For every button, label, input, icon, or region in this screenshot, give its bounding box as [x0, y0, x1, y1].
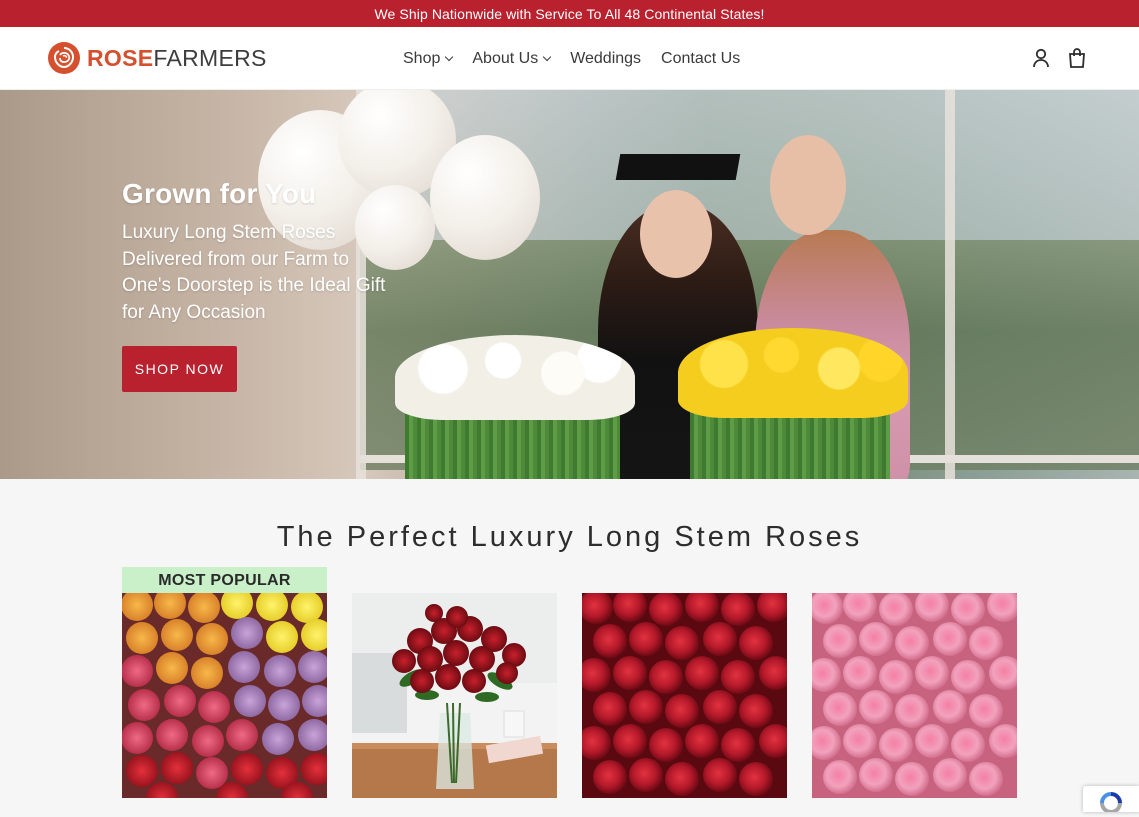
nav-about-us[interactable]: About Us [472, 49, 552, 68]
nav-shop[interactable]: Shop [403, 49, 454, 68]
recaptcha-icon [1100, 792, 1122, 814]
logo-text: ROSEFARMERS [87, 45, 267, 72]
mixed-roses-image [122, 593, 327, 798]
product-card-red-roses-vase[interactable] [352, 593, 557, 798]
nav-contact-us[interactable]: Contact Us [661, 50, 740, 68]
user-icon[interactable] [1031, 47, 1051, 69]
chevron-down-icon [542, 52, 552, 62]
rose-logo-icon [48, 42, 80, 74]
nav-about-label: About Us [472, 49, 539, 67]
white-roses-bouquet [395, 335, 635, 420]
window-frame [945, 90, 955, 479]
cart-icon[interactable] [1067, 47, 1087, 69]
hero-text: Grown for You Luxury Long Stem Roses Del… [122, 178, 392, 326]
yellow-roses-bouquet [678, 328, 908, 418]
logo-farmers: FARMERS [153, 44, 267, 71]
nav-weddings[interactable]: Weddings [570, 50, 641, 68]
most-popular-badge: MOST POPULAR [122, 567, 327, 594]
graduate-face [640, 190, 712, 278]
logo-rose: ROSE [87, 44, 154, 71]
product-card-pink-roses[interactable] [812, 593, 1017, 798]
hero-title: Grown for You [122, 178, 317, 209]
red-roses-vase-image [352, 593, 557, 798]
logo[interactable]: ROSEFARMERS [47, 41, 267, 75]
main-nav: Shop About Us Weddings Contact Us [403, 27, 740, 90]
graduation-cap [615, 154, 741, 180]
balloon [430, 135, 540, 260]
section-title: The Perfect Luxury Long Stem Roses [276, 521, 863, 553]
announcement-text: We Ship Nationwide with Service To All 4… [374, 5, 765, 22]
shop-now-button[interactable]: SHOP NOW [122, 346, 237, 392]
announcement-bar: We Ship Nationwide with Service To All 4… [0, 0, 1139, 27]
chevron-down-icon [445, 52, 454, 62]
product-card-red-roses[interactable] [582, 593, 787, 798]
hero-subtitle: Luxury Long Stem Roses Delivered from ou… [122, 222, 386, 323]
friend-face [770, 135, 846, 235]
header-icons [1031, 47, 1087, 69]
red-roses-image [582, 593, 787, 798]
site-header: ROSEFARMERS Shop About Us Weddings Conta… [0, 27, 1139, 90]
product-card-mixed-roses[interactable] [122, 593, 327, 798]
recaptcha-badge[interactable] [1083, 786, 1139, 814]
hero-banner: Grown for You Luxury Long Stem Roses Del… [0, 90, 1139, 479]
nav-contact-label: Contact Us [661, 49, 741, 67]
nav-weddings-label: Weddings [570, 49, 642, 67]
nav-shop-label: Shop [403, 49, 441, 67]
pink-roses-image [812, 593, 1017, 798]
